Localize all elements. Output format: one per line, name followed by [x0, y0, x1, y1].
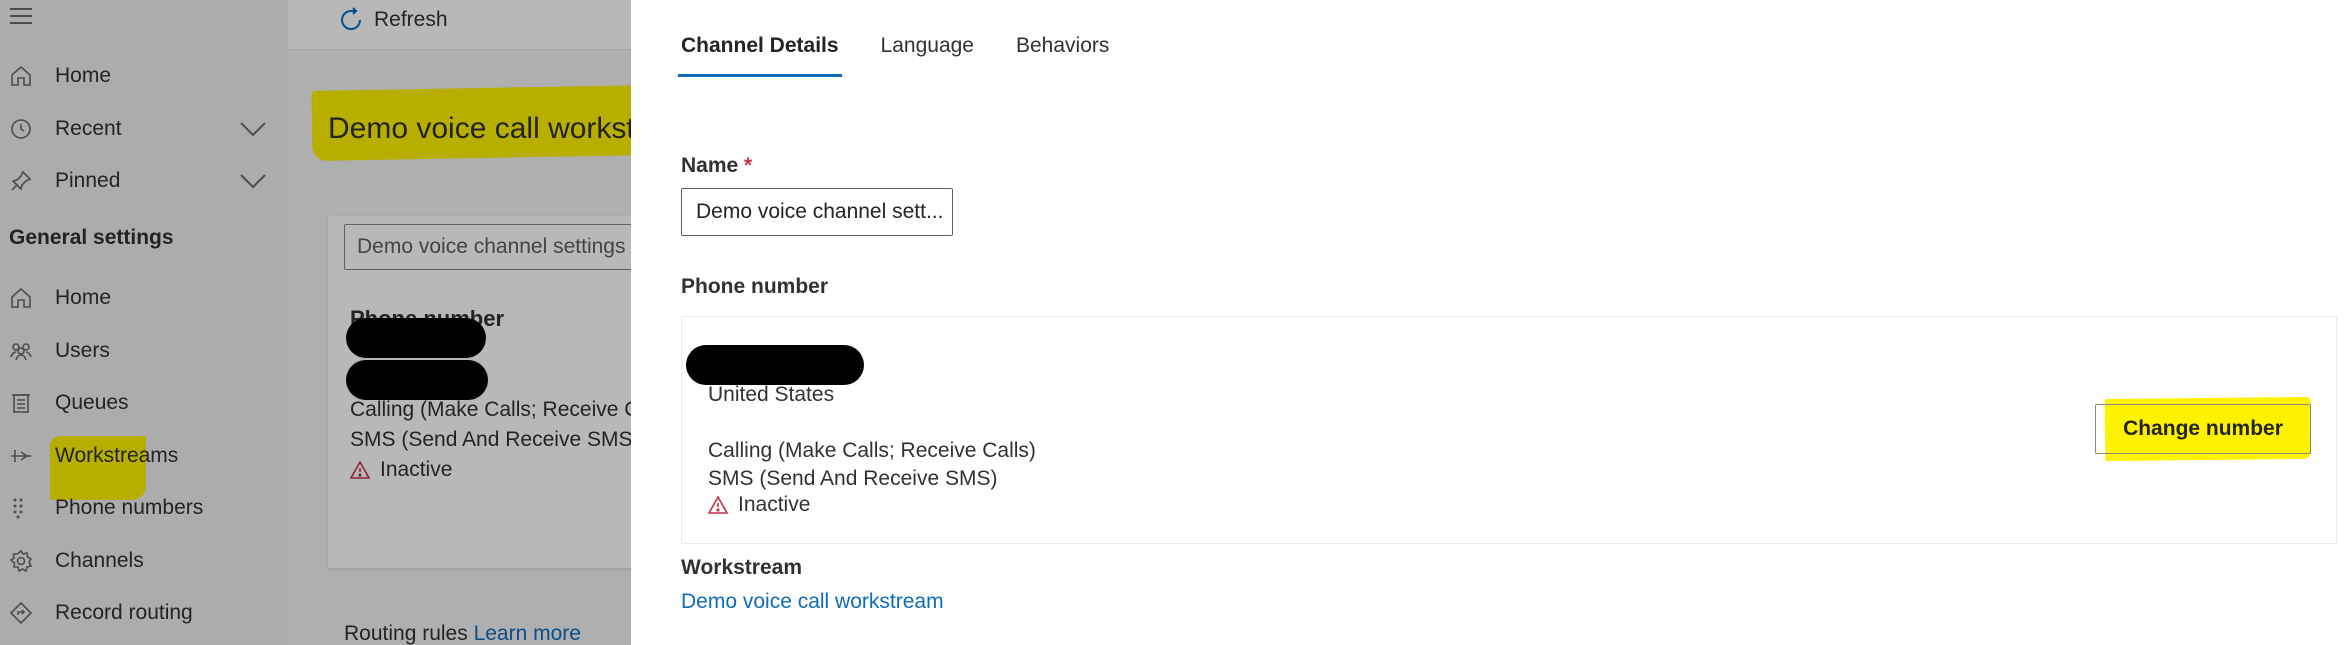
nav-item-label: Channels [55, 549, 144, 572]
queues-icon [12, 394, 30, 413]
phone-number-label: Phone number [681, 275, 829, 298]
nav-item-label: Phone numbers [55, 496, 204, 519]
tab-channel-details[interactable]: Channel Details [678, 0, 842, 80]
refresh-button[interactable]: Refresh [338, 7, 448, 33]
nav-item-general-home[interactable]: Home [0, 278, 288, 318]
learn-more-link[interactable]: Learn more [474, 622, 581, 645]
command-bar: Refresh [288, 0, 631, 50]
channel-details-panel: Channel Details Language Behaviors Name … [631, 0, 2352, 645]
refresh-label: Refresh [374, 8, 448, 31]
workstream-link[interactable]: Demo voice call workstream [681, 590, 944, 614]
nav-item-pinned[interactable]: Pinned [0, 161, 288, 201]
name-label: Name * [681, 154, 752, 178]
tab-behaviors[interactable]: Behaviors [1016, 0, 1109, 80]
status-badge: Inactive [708, 493, 810, 517]
nav-item-users[interactable]: Users [0, 331, 288, 371]
pin-icon [11, 170, 32, 191]
users-icon [10, 343, 32, 361]
tab-list: Channel Details Language Behaviors [678, 0, 1151, 80]
routing-rules: Routing rules Learn more [344, 622, 581, 645]
warning-icon [708, 496, 728, 514]
nav-item-label: Users [55, 339, 110, 362]
nav-item-label: Workstreams [55, 444, 179, 467]
main-content: Refresh Demo voice call workstream Demo … [288, 0, 631, 645]
nav-item-label: Home [55, 286, 112, 309]
refresh-icon [341, 7, 361, 30]
channel-settings-input[interactable]: Demo voice channel settings [344, 224, 631, 270]
nav-item-workstreams[interactable]: Workstreams [0, 436, 288, 476]
status-label: Inactive [380, 458, 453, 481]
hamburger-icon[interactable] [10, 8, 32, 26]
routing-icon [9, 601, 33, 625]
capability-sms: SMS (Send And Receive SMS) [350, 428, 631, 451]
warning-icon [350, 461, 370, 479]
nav-item-channels[interactable]: Channels [0, 541, 288, 581]
tab-language[interactable]: Language [881, 0, 974, 80]
home-icon [11, 65, 31, 86]
nav-item-label: Home [55, 64, 112, 87]
nav-item-label: Record routing [55, 601, 193, 624]
section-title-general-settings: General settings [9, 226, 174, 249]
name-field[interactable]: Demo voice channel sett... [681, 188, 953, 236]
routing-rules-label: Routing rules [344, 622, 468, 645]
workstream-label: Workstream [681, 556, 802, 579]
required-marker: * [744, 154, 753, 177]
redacted-phone [346, 360, 488, 400]
phone-number-card: United States Calling (Make Calls; Recei… [681, 316, 2337, 544]
nav-item-label: Queues [55, 391, 129, 414]
home-icon [11, 287, 31, 308]
capability-calling: Calling (Make Calls; Receive Calls) [350, 398, 631, 421]
status-label: Inactive [738, 493, 811, 516]
chevron-down-icon[interactable] [240, 121, 266, 137]
workstreams-icon [11, 450, 31, 462]
nav-item-label: Pinned [55, 169, 121, 192]
nav-item-home[interactable]: Home [0, 56, 288, 96]
nav-item-queues[interactable]: Queues [0, 383, 288, 423]
capability-sms: SMS (Send And Receive SMS) [708, 467, 998, 490]
page-title: Demo voice call workstream [328, 112, 631, 145]
gear-icon [9, 549, 33, 573]
nav-item-record-routing[interactable]: Record routing [0, 593, 288, 633]
dialpad-icon [13, 498, 23, 519]
redacted-phone [346, 318, 486, 358]
chevron-down-icon[interactable] [240, 173, 266, 189]
capability-calling: Calling (Make Calls; Receive Calls) [708, 439, 1036, 462]
redacted-phone [686, 345, 864, 385]
nav-item-label: Recent [55, 117, 122, 140]
status-badge: Inactive [350, 458, 452, 482]
nav-item-phone-numbers[interactable]: Phone numbers [0, 488, 288, 528]
left-navigation: Home Recent Pinned General settings Home… [0, 0, 288, 645]
change-number-button[interactable]: Change number [2095, 404, 2311, 454]
clock-icon [11, 119, 31, 139]
nav-item-recent[interactable]: Recent [0, 109, 288, 149]
name-label-text: Name [681, 154, 739, 177]
phone-country: United States [708, 383, 835, 406]
